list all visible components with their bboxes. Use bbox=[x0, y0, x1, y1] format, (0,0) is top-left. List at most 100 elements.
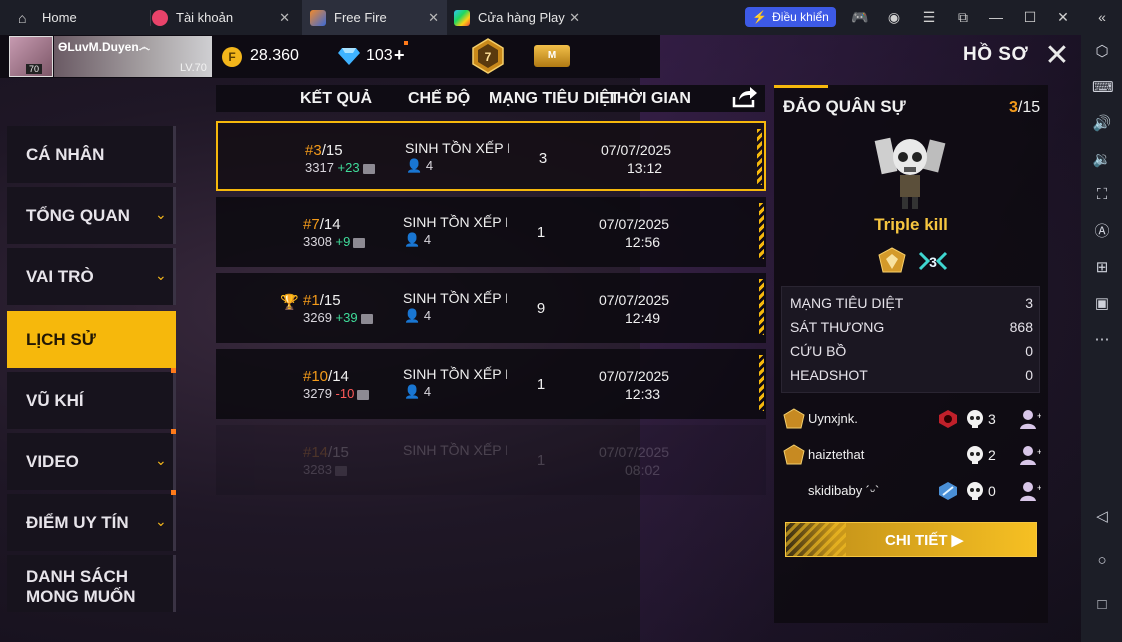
account-app-icon bbox=[152, 9, 168, 26]
tab-freefire[interactable]: Free Fire ✕ bbox=[302, 0, 447, 35]
macro-icon[interactable]: Ⓐ bbox=[1092, 222, 1112, 242]
rank-points: 3279 -10 bbox=[303, 386, 370, 401]
diamond-balance: 103 bbox=[366, 47, 393, 64]
install-apk-icon[interactable]: ▣ bbox=[1092, 294, 1112, 314]
freefire-app-icon bbox=[310, 9, 326, 26]
team-member-row[interactable]: skidibaby ´ᵕ` 0 + bbox=[783, 477, 1041, 507]
team-member-row[interactable]: haiztethat 2 + bbox=[783, 441, 1041, 471]
pop-out-icon[interactable]: ⧉ bbox=[955, 9, 971, 25]
fullscreen-icon[interactable]: ⛶ bbox=[1092, 185, 1112, 205]
menu-item-diem-uy-tin[interactable]: ĐIỂM UY TÍN ⌄ bbox=[7, 490, 176, 551]
add-friend-icon[interactable]: + bbox=[1019, 408, 1041, 430]
page-title: HỒ SƠ bbox=[963, 44, 1029, 65]
add-friend-icon[interactable]: + bbox=[1019, 480, 1041, 502]
game-mode: SINH TỒN XẾP HẠ bbox=[403, 442, 507, 458]
account-circle-icon[interactable]: ◉ bbox=[886, 9, 902, 25]
keyboard-icon[interactable]: ⌨ bbox=[1092, 78, 1114, 98]
emulator-titlebar: ⌂ Home Tài khoản ✕ Free Fire ✕ Cửa hàng … bbox=[0, 0, 1122, 35]
close-tab-icon[interactable]: ✕ bbox=[428, 10, 439, 26]
match-time: 13:12 bbox=[627, 160, 663, 176]
person-icon: 👤 bbox=[406, 158, 423, 173]
column-header-result: KẾT QUẢ bbox=[300, 90, 372, 107]
ice-badge-icon bbox=[939, 482, 957, 500]
table-row[interactable]: #14/15 3283 SINH TỒN XẾP HẠ 1 07/07/2025… bbox=[216, 425, 766, 495]
team-member-row[interactable]: Uynxjnk. 3 + bbox=[783, 405, 1041, 435]
recents-icon[interactable]: □ bbox=[1092, 595, 1112, 615]
match-date: 07/07/2025 bbox=[599, 444, 670, 460]
table-row[interactable]: #3/15 3317 +23 SINH TỒN XẾP HẠ 👤 4 3 07/… bbox=[216, 121, 766, 191]
close-tab-icon[interactable]: ✕ bbox=[279, 10, 290, 26]
home-circle-icon[interactable]: ○ bbox=[1092, 551, 1112, 571]
detail-button-label: CHI TIẾT ▶ bbox=[885, 532, 964, 549]
volume-up-icon[interactable]: 🔊 bbox=[1092, 114, 1112, 134]
share-icon[interactable] bbox=[731, 85, 759, 109]
streak-medal-icon: 3 bbox=[918, 251, 948, 271]
tab-home-label: Home bbox=[42, 10, 77, 25]
placement: #3/15 bbox=[305, 142, 343, 159]
kill-count: 3 bbox=[538, 150, 548, 167]
notification-dot bbox=[171, 368, 176, 373]
points-icon bbox=[334, 465, 347, 476]
teammate-name: haiztethat bbox=[808, 447, 865, 462]
control-button[interactable]: ⚡ Điều khiển bbox=[745, 7, 836, 27]
match-time: 12:49 bbox=[625, 310, 661, 326]
tab-account[interactable]: Tài khoản ✕ bbox=[152, 0, 298, 35]
match-date: 07/07/2025 bbox=[599, 292, 670, 308]
control-button-label: Điều khiển bbox=[772, 10, 829, 24]
avatar-level: 70 bbox=[26, 64, 43, 74]
add-friend-icon[interactable]: + bbox=[1019, 444, 1041, 466]
stat-label: SÁT THƯƠNG bbox=[790, 319, 885, 335]
emulator-sidebar: ⬡ ⌨ 🔊 🔉 ⛶ Ⓐ ⊞ ▣ ⋯ ◁ ○ □ bbox=[1081, 35, 1122, 642]
gamepad-icon[interactable]: 🎮 bbox=[851, 9, 868, 25]
window-close-icon[interactable]: ✕ bbox=[1055, 9, 1071, 25]
placement: #10/14 bbox=[303, 368, 349, 385]
table-row[interactable]: #10/14 3279 -10 SINH TỒN XẾP HẠ 👤 4 1 07… bbox=[216, 349, 766, 419]
teammate-kills: 3 bbox=[988, 411, 996, 427]
menu-item-video[interactable]: VIDEO ⌄ bbox=[7, 429, 176, 490]
elite-pass-badge[interactable]: M bbox=[534, 45, 570, 67]
menu-item-danh-sach-mong-muon[interactable]: DANH SÁCH MONG MUỐN bbox=[7, 555, 176, 612]
menu-item-vu-khi[interactable]: VŨ KHÍ bbox=[7, 368, 176, 429]
volume-down-icon[interactable]: 🔉 bbox=[1092, 150, 1112, 170]
match-date: 07/07/2025 bbox=[599, 368, 670, 384]
detail-button[interactable]: CHI TIẾT ▶ bbox=[785, 522, 1037, 557]
table-row[interactable]: #7/14 3308 +9 SINH TỒN XẾP HẠ 👤 4 1 07/0… bbox=[216, 197, 766, 267]
maximize-icon[interactable]: ☐ bbox=[1022, 9, 1038, 25]
placement: #14/15 bbox=[303, 444, 349, 461]
tab-play-store[interactable]: Cửa hàng Play ✕ bbox=[448, 0, 588, 35]
points-icon bbox=[357, 389, 370, 400]
kill-count: 1 bbox=[536, 452, 546, 469]
minimize-icon[interactable]: — bbox=[988, 9, 1004, 25]
table-row[interactable]: 🏆 #1/15 3269 +39 SINH TỒN XẾP HẠ 👤 4 9 0… bbox=[216, 273, 766, 343]
menu-item-label: LỊCH SỬ bbox=[26, 330, 96, 349]
notification-dot bbox=[404, 41, 408, 45]
teammate-name: skidibaby ´ᵕ` bbox=[808, 483, 880, 498]
party-size: 👤 4 bbox=[404, 232, 432, 247]
menu-item-label: CÁ NHÂN bbox=[26, 145, 105, 164]
control-icon: ⚡ bbox=[752, 10, 768, 24]
home-icon: ⌂ bbox=[18, 9, 27, 26]
table-header: KẾT QUẢ CHẾ ĐỘ MẠNG TIÊU DIỆT THỜI GIAN bbox=[216, 85, 765, 112]
topup-plus-button[interactable]: + bbox=[394, 45, 405, 66]
chevron-down-icon: ⌄ bbox=[155, 452, 167, 468]
multi-instance-icon[interactable]: ⊞ bbox=[1092, 258, 1112, 278]
menu-item-ca-nhan[interactable]: CÁ NHÂN bbox=[7, 126, 176, 183]
column-header-kills: MẠNG TIÊU DIỆT bbox=[489, 90, 620, 107]
settings-hex-icon[interactable]: ⬡ bbox=[1092, 42, 1112, 62]
menu-item-label: VIDEO bbox=[26, 452, 79, 471]
menu-item-vai-tro[interactable]: VAI TRÒ ⌄ bbox=[7, 248, 176, 305]
more-options-icon[interactable]: ⋯ bbox=[1092, 330, 1112, 350]
close-profile-icon[interactable]: ✕ bbox=[1042, 41, 1072, 71]
close-tab-icon[interactable]: ✕ bbox=[569, 10, 580, 26]
rank-points: 3269 +39 bbox=[303, 310, 373, 325]
rank-badge-icon[interactable]: 7 bbox=[470, 38, 506, 74]
stat-row: MẠNG TIÊU DIỆT 3 bbox=[790, 291, 1033, 315]
menu-item-tong-quan[interactable]: TỔNG QUAN ⌄ bbox=[7, 187, 176, 244]
points-icon bbox=[360, 313, 373, 324]
tab-home[interactable]: ⌂ Home bbox=[18, 0, 148, 35]
match-stats-box: MẠNG TIÊU DIỆT 3 SÁT THƯƠNG 868 CỨU BỒ 0… bbox=[781, 286, 1040, 393]
collapse-sidebar-icon[interactable]: « bbox=[1094, 9, 1110, 25]
menu-icon[interactable]: ☰ bbox=[921, 9, 937, 25]
back-icon[interactable]: ◁ bbox=[1092, 507, 1112, 527]
menu-item-lich-su[interactable]: LỊCH SỬ bbox=[7, 311, 176, 368]
